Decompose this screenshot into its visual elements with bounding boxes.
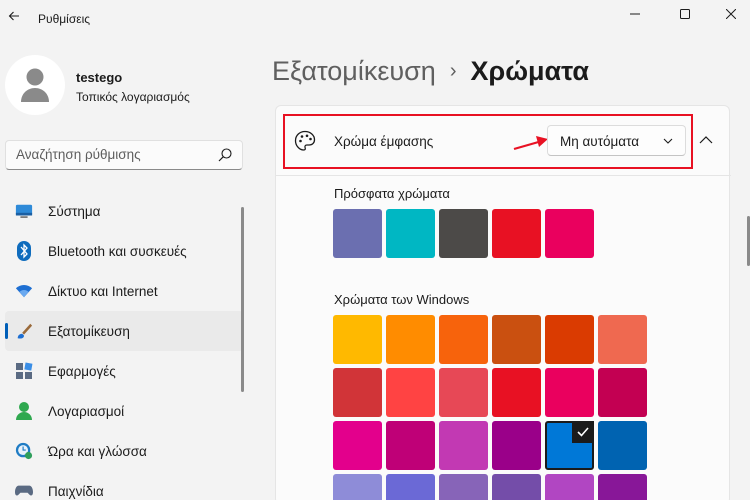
palette-icon <box>294 130 316 151</box>
sidebar-scrollbar[interactable] <box>241 207 244 392</box>
windows-color-swatch[interactable] <box>439 421 488 470</box>
accounts-icon <box>15 402 33 420</box>
time-language-icon <box>15 442 33 460</box>
user-name: testego <box>76 70 123 85</box>
sidebar-item-label: Λογαριασμοί <box>48 403 125 419</box>
windows-color-swatch[interactable] <box>598 421 647 470</box>
search-input[interactable] <box>16 147 206 162</box>
windows-color-swatch[interactable] <box>545 368 594 417</box>
apps-icon <box>15 362 33 380</box>
minimize-button[interactable] <box>612 0 658 28</box>
gaming-icon <box>15 482 33 500</box>
accent-color-header[interactable]: Χρώμα έμφασης Μη αυτόματα <box>276 106 731 176</box>
wifi-icon <box>15 282 33 300</box>
minimize-icon <box>630 13 640 15</box>
windows-color-swatch[interactable] <box>598 315 647 364</box>
windows-color-swatch[interactable] <box>545 474 594 500</box>
avatar[interactable] <box>5 55 65 115</box>
sidebar-item-label: Δίκτυο και Internet <box>48 283 158 299</box>
recent-color-swatch[interactable] <box>439 209 488 258</box>
windows-colors-label: Χρώματα των Windows <box>334 292 470 307</box>
windows-color-swatch[interactable] <box>386 474 435 500</box>
accent-mode-dropdown[interactable]: Μη αυτόματα <box>547 125 686 156</box>
maximize-button[interactable] <box>662 0 708 28</box>
recent-color-swatch[interactable] <box>492 209 541 258</box>
windows-color-swatch[interactable] <box>439 368 488 417</box>
search-icon[interactable] <box>218 148 232 162</box>
windows-color-swatch[interactable] <box>333 421 382 470</box>
accent-color-card: Χρώμα έμφασης Μη αυτόματα Πρόσφατα χρώμα… <box>275 105 731 500</box>
sidebar-item-accounts[interactable]: Λογαριασμοί <box>5 391 243 431</box>
windows-color-swatch[interactable] <box>545 315 594 364</box>
sidebar-item-bluetooth[interactable]: Bluetooth και συσκευές <box>5 231 243 271</box>
brush-icon <box>15 322 33 340</box>
windows-color-swatch[interactable] <box>598 368 647 417</box>
windows-color-swatch[interactable] <box>492 474 541 500</box>
windows-color-swatch[interactable] <box>598 474 647 500</box>
sidebar-item-network[interactable]: Δίκτυο και Internet <box>5 271 243 311</box>
chevron-up-icon[interactable] <box>699 135 713 145</box>
red-arrow-icon <box>513 136 548 151</box>
search-box[interactable] <box>5 140 243 170</box>
sidebar-item-personalization[interactable]: Εξατομίκευση <box>5 311 243 351</box>
recent-color-swatch[interactable] <box>333 209 382 258</box>
windows-color-swatch[interactable] <box>386 421 435 470</box>
windows-color-swatch[interactable] <box>386 368 435 417</box>
checkmark-icon <box>572 421 594 443</box>
sidebar-item-apps[interactable]: Εφαρμογές <box>5 351 243 391</box>
back-button[interactable] <box>4 6 24 26</box>
windows-color-swatch[interactable] <box>386 315 435 364</box>
breadcrumb: Εξατομίκευση › Χρώματα <box>272 56 589 92</box>
sidebar-item-label: Σύστημα <box>48 203 101 219</box>
windows-color-swatch[interactable] <box>333 368 382 417</box>
windows-color-swatch[interactable] <box>492 315 541 364</box>
sidebar-item-label: Εξατομίκευση <box>48 323 130 339</box>
bluetooth-icon <box>15 241 33 261</box>
chevron-down-icon <box>663 138 673 144</box>
recent-color-swatch[interactable] <box>386 209 435 258</box>
back-arrow-icon <box>8 11 19 21</box>
recent-colors-label: Πρόσφατα χρώματα <box>334 186 450 201</box>
accent-color-label: Χρώμα έμφασης <box>334 134 434 149</box>
sidebar-item-label: Ώρα και γλώσσα <box>48 443 147 459</box>
windows-color-swatch[interactable] <box>333 315 382 364</box>
title-bar: Ρυθμίσεις <box>0 0 750 32</box>
sidebar-item-label: Εφαρμογές <box>48 363 116 379</box>
maximize-icon <box>680 9 690 19</box>
close-button[interactable] <box>708 0 750 28</box>
recent-color-swatch[interactable] <box>545 209 594 258</box>
dropdown-value: Μη αυτόματα <box>560 134 640 149</box>
page-title: Χρώματα <box>470 56 590 86</box>
account-type: Τοπικός λογαριασμός <box>76 90 190 104</box>
sidebar-item-time-language[interactable]: Ώρα και γλώσσα <box>5 431 243 471</box>
system-icon <box>15 202 33 220</box>
windows-color-swatch[interactable] <box>545 421 594 470</box>
windows-color-swatch[interactable] <box>333 474 382 500</box>
sidebar-item-gaming[interactable]: Παιχνίδια <box>5 471 243 500</box>
windows-color-swatch[interactable] <box>492 368 541 417</box>
windows-color-swatch[interactable] <box>492 421 541 470</box>
breadcrumb-separator: › <box>449 60 457 82</box>
sidebar-item-system[interactable]: Σύστημα <box>5 191 243 231</box>
breadcrumb-parent[interactable]: Εξατομίκευση <box>272 56 436 86</box>
user-silhouette-icon <box>21 68 49 102</box>
windows-color-swatch[interactable] <box>439 315 488 364</box>
sidebar-item-label: Bluetooth και συσκευές <box>48 243 187 259</box>
app-title: Ρυθμίσεις <box>38 12 91 26</box>
close-icon <box>726 9 736 19</box>
windows-color-swatch[interactable] <box>439 474 488 500</box>
sidebar-item-label: Παιχνίδια <box>48 483 104 499</box>
sidebar-nav: Σύστημα Bluetooth και συσκευές Δίκτυο κα… <box>5 191 243 500</box>
